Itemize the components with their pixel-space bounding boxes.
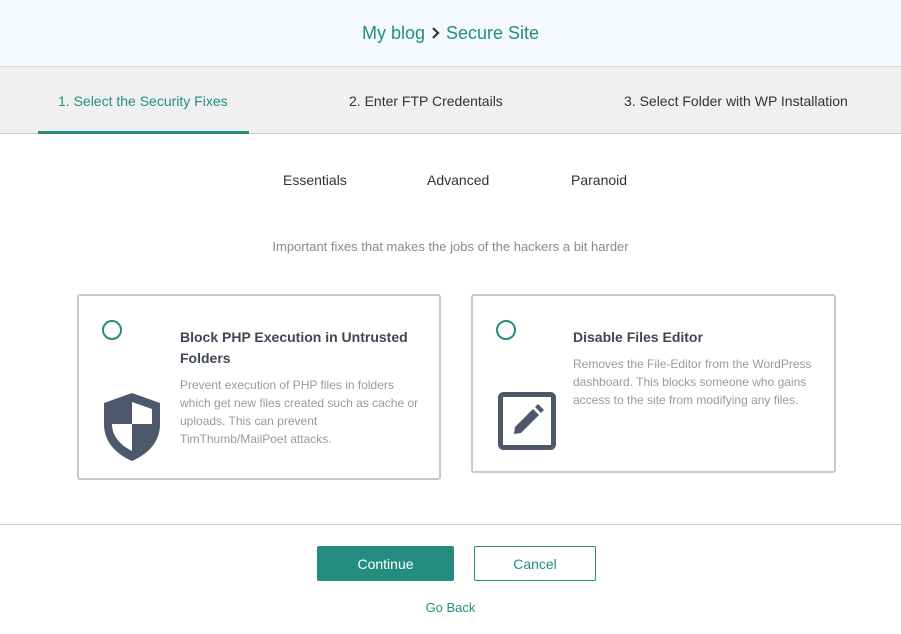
edit-icon xyxy=(498,392,556,455)
fix-radio-block-php[interactable] xyxy=(102,320,122,340)
go-back-label[interactable]: Go Back xyxy=(426,600,476,615)
breadcrumb-page: Secure Site xyxy=(445,22,540,43)
step-select-fixes[interactable]: 1. Select the Security Fixes xyxy=(58,67,228,134)
go-back-link: Go Back xyxy=(0,600,901,615)
fix-description-disable-editor: Removes the File-Editor from the WordPre… xyxy=(573,357,812,407)
header-bar: My blog Secure Site xyxy=(0,0,901,67)
fix-card-block-php[interactable]: Block PHP Execution in Untrusted Folders… xyxy=(77,294,441,480)
shield-icon xyxy=(103,392,161,467)
wizard-steps: 1. Select the Security Fixes 2. Enter FT… xyxy=(0,67,901,134)
cancel-button[interactable]: Cancel xyxy=(474,546,596,581)
footer-divider xyxy=(0,524,901,525)
fix-description-block-php: Prevent execution of PHP files in folder… xyxy=(180,378,419,446)
fix-card-disable-editor[interactable]: Disable Files Editor Removes the File-Ed… xyxy=(471,294,836,473)
tab-paranoid[interactable]: Paranoid xyxy=(571,172,627,188)
step-select-folder[interactable]: 3. Select Folder with WP Installation xyxy=(624,67,848,134)
tab-advanced[interactable]: Advanced xyxy=(427,172,489,188)
security-level-tabs: Essentials Advanced Paranoid xyxy=(0,172,901,192)
breadcrumb: My blog Secure Site xyxy=(362,23,539,44)
active-step-indicator xyxy=(38,131,249,134)
chevron-right-icon xyxy=(431,27,440,39)
fix-title-disable-editor: Disable Files Editor xyxy=(573,329,703,345)
fix-title-block-php: Block PHP Execution in Untrusted Folders xyxy=(180,329,408,366)
level-description: Important fixes that makes the jobs of t… xyxy=(272,239,629,254)
continue-button[interactable]: Continue xyxy=(317,546,454,581)
tab-essentials[interactable]: Essentials xyxy=(283,172,347,188)
breadcrumb-site[interactable]: My blog xyxy=(362,23,425,44)
fix-radio-disable-editor[interactable] xyxy=(496,320,516,340)
step-ftp-credentials[interactable]: 2. Enter FTP Credentails xyxy=(349,67,503,134)
